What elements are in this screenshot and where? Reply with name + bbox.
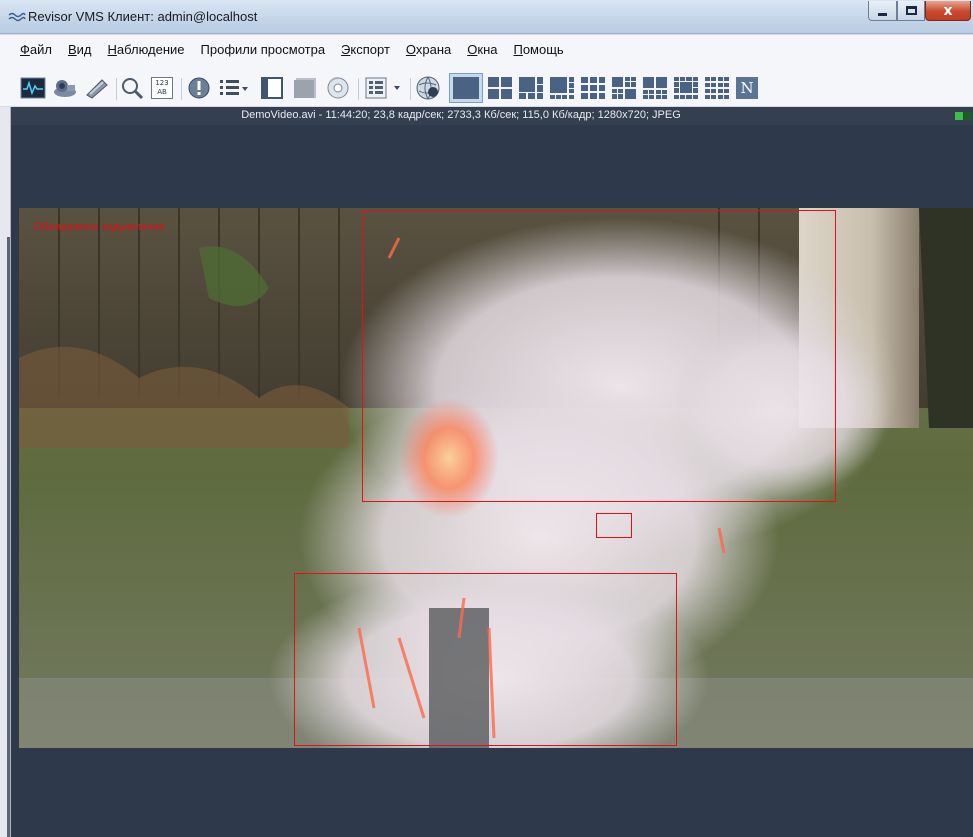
toolbar-separator (358, 78, 359, 100)
camera-icon[interactable] (51, 76, 79, 100)
search-icon[interactable] (119, 76, 145, 100)
minimize-icon (878, 13, 887, 16)
window-title: Revisor VMS Клиент: admin@localhost (28, 9, 258, 24)
layout-1-plus-5-icon[interactable] (517, 76, 545, 100)
stream-status-indicator-secondary (964, 112, 972, 120)
counter-badge: 123 AB (151, 77, 173, 99)
menu-help[interactable]: Помощь (513, 42, 563, 57)
menu-windows[interactable]: Окна (467, 42, 497, 57)
globe-icon[interactable] (413, 76, 443, 100)
smoke-alert-label: Обнаружено задымление (34, 221, 166, 233)
counter-icon[interactable]: 123 AB (148, 76, 176, 100)
toolbar-separator (410, 78, 411, 100)
monitor-icon[interactable] (19, 76, 47, 100)
detection-box-smoke (362, 210, 836, 502)
minimize-button[interactable] (868, 1, 897, 21)
menu-security[interactable]: Охрана (406, 42, 451, 57)
layout-1-plus-7-icon[interactable] (548, 76, 576, 100)
layout-2-plus-8-icon[interactable] (641, 76, 669, 100)
menu-view[interactable]: Вид (68, 42, 92, 57)
maximize-icon (905, 6, 917, 15)
layout-menu-icon[interactable] (363, 76, 407, 100)
layout-4x4-icon[interactable] (703, 76, 731, 100)
grid-gray-icon[interactable] (291, 76, 321, 100)
list-icon[interactable] (218, 76, 250, 100)
app-wave-icon (8, 11, 26, 23)
layout-n-label: N (736, 77, 758, 99)
title-bar[interactable]: Revisor VMS Клиент: admin@localhost x (0, 0, 973, 34)
menu-file[interactable]: Файл (20, 42, 52, 57)
detection-box-source (294, 573, 677, 746)
toolbar-separator (181, 78, 182, 100)
menu-view-profiles[interactable]: Профили просмотра (201, 42, 326, 57)
splitter-grip (7, 237, 10, 837)
stream-status-indicator (955, 112, 963, 120)
layout-1x1-icon[interactable] (449, 73, 483, 103)
layout-4x3-icon[interactable] (610, 76, 638, 100)
close-button[interactable]: x (925, 1, 971, 21)
maximize-button[interactable] (897, 1, 925, 21)
layout-n-icon[interactable]: N (734, 76, 760, 100)
video-info-bar: DemoVideo.avi - 11:44:20; 23,8 кадр/сек;… (11, 107, 973, 125)
menu-export[interactable]: Экспорт (341, 42, 390, 57)
disc-icon[interactable] (323, 76, 353, 100)
layout-1-plus-12-icon[interactable] (672, 76, 700, 100)
menu-monitoring[interactable]: Наблюдение (108, 42, 185, 57)
left-splitter[interactable] (0, 107, 11, 837)
layout-3x3-icon[interactable] (579, 76, 607, 100)
toolbar: 123 AB N (0, 63, 973, 107)
camera-video-frame[interactable] (19, 208, 973, 748)
alert-icon[interactable] (185, 76, 213, 100)
detection-box-small (596, 513, 632, 538)
close-icon: x (943, 2, 953, 19)
video-info-text: DemoVideo.avi - 11:44:20; 23,8 кадр/сек;… (241, 109, 681, 121)
layout-2x2-icon[interactable] (486, 76, 514, 100)
menu-bar: Файл Вид Наблюдение Профили просмотра Эк… (0, 35, 973, 63)
tool-icon[interactable] (83, 76, 111, 100)
app-window: Revisor VMS Клиент: admin@localhost x Фа… (0, 0, 973, 837)
panel-icon[interactable] (258, 76, 286, 100)
toolbar-separator (116, 78, 117, 100)
